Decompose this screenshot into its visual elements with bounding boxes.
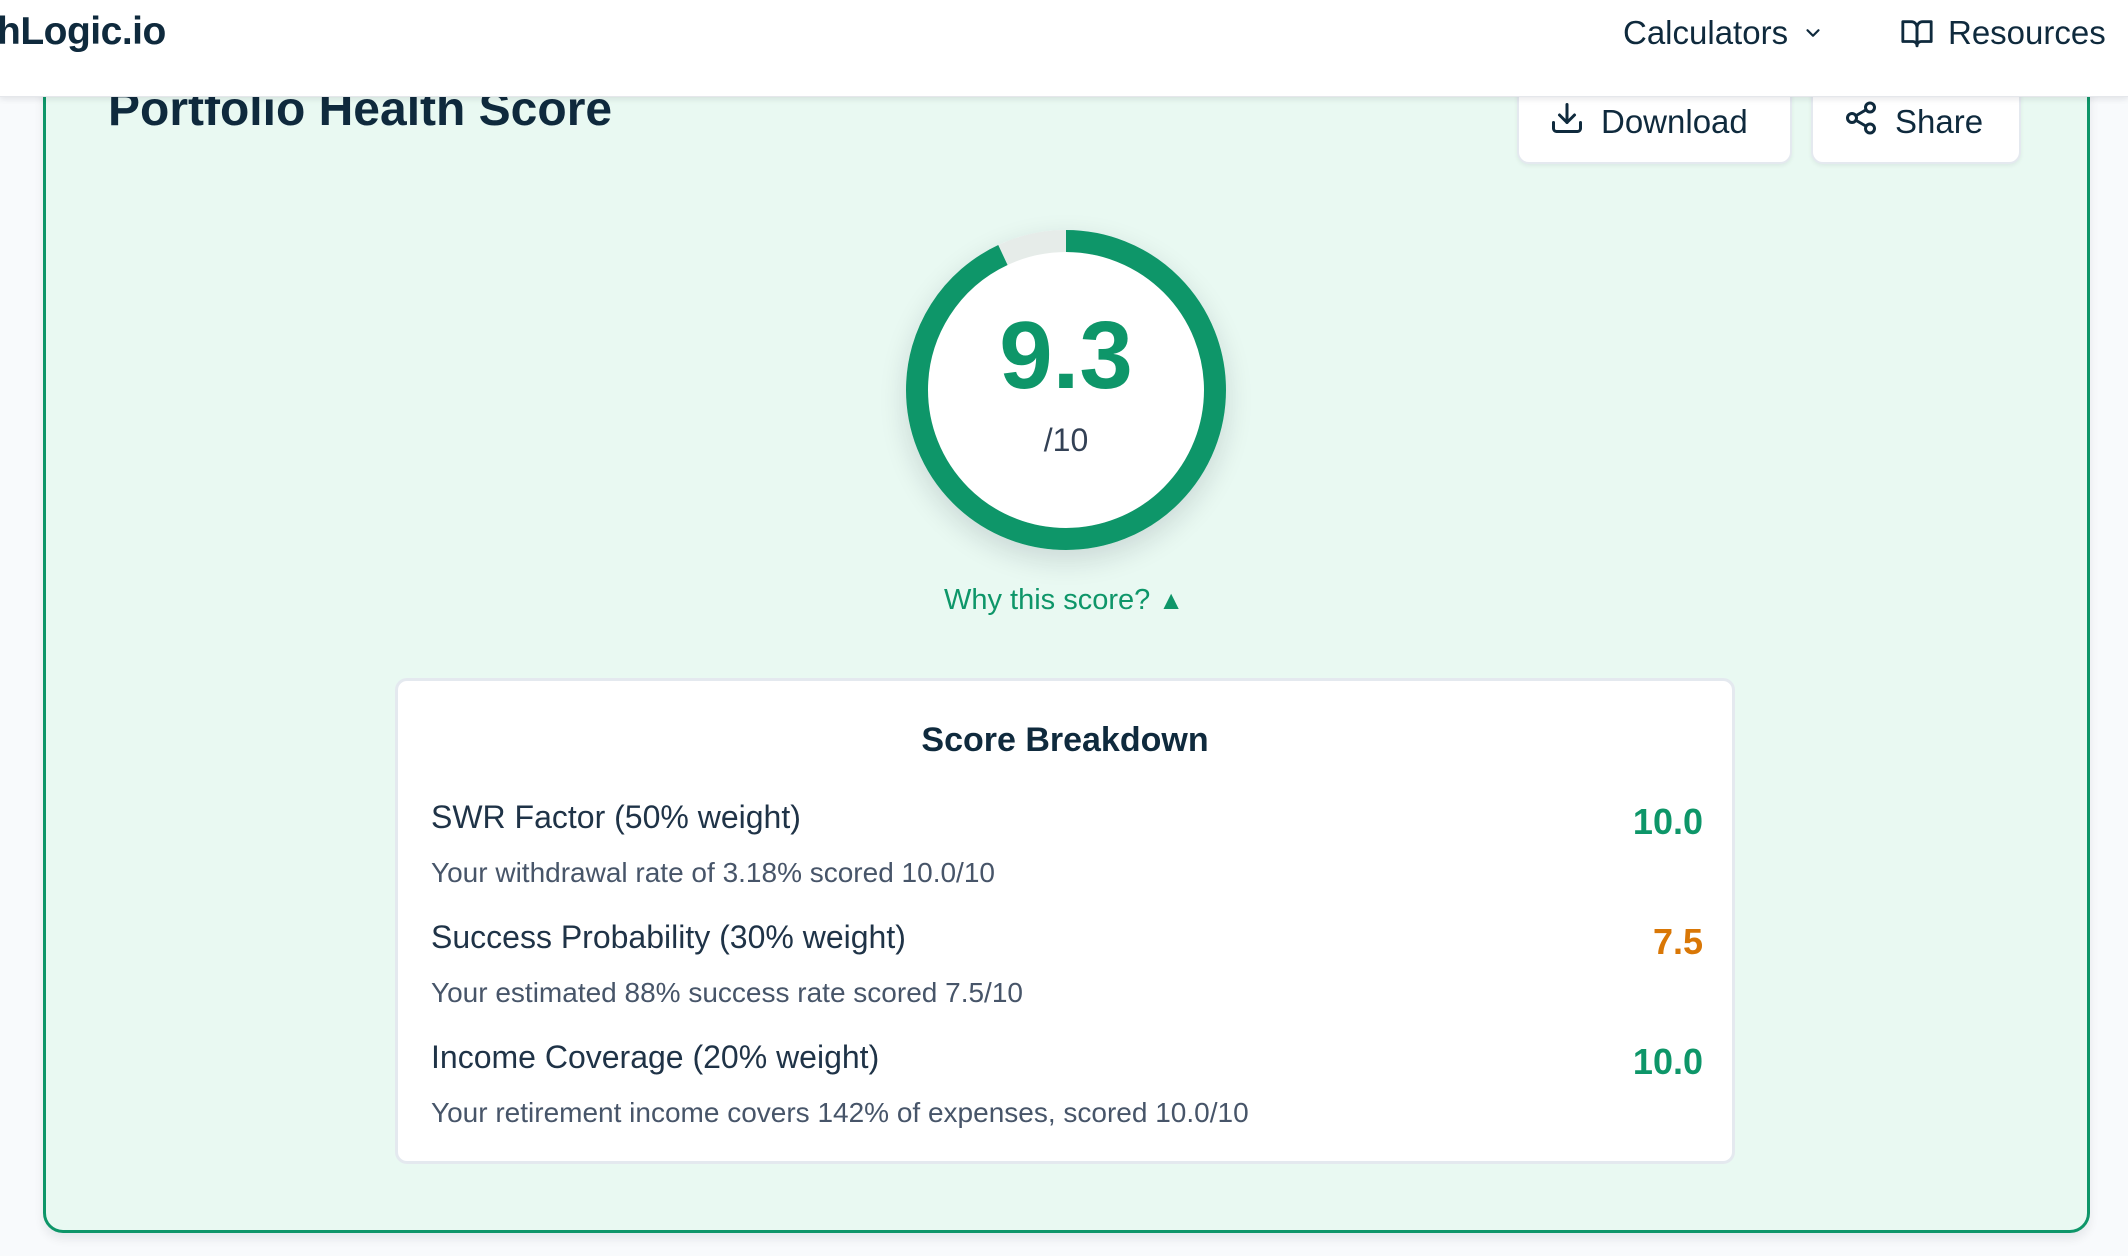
score-max: /10 xyxy=(1043,422,1089,458)
score-breakdown-panel: Score Breakdown SWR Factor (50% weight) … xyxy=(395,678,1735,1164)
factor-description: Your retirement income covers 142% of ex… xyxy=(431,1097,1249,1128)
nav-resources-link[interactable]: Resources xyxy=(1900,14,2106,52)
chevron-down-icon xyxy=(1802,22,1824,44)
download-label: Download xyxy=(1601,103,1748,140)
factor-score: 7.5 xyxy=(1652,921,1703,962)
factor-income-coverage: Income Coverage (20% weight) Your retire… xyxy=(431,1039,1703,1149)
score-gauge: 9.3 /10 xyxy=(906,230,1226,550)
factor-label: Income Coverage (20% weight) xyxy=(431,1039,880,1075)
score-value: 9.3 xyxy=(999,302,1133,409)
factor-label: SWR Factor (50% weight) xyxy=(431,799,801,835)
factor-score: 10.0 xyxy=(1632,801,1703,842)
share-label: Share xyxy=(1895,103,1984,140)
nav-resources-label: Resources xyxy=(1948,14,2106,51)
factor-success-probability: Success Probability (30% weight) Your es… xyxy=(431,919,1703,1029)
breakdown-title: Score Breakdown xyxy=(921,721,1209,759)
top-navigation: hLogic.io Calculators Resources xyxy=(0,0,2128,97)
download-icon xyxy=(1549,100,1585,144)
factor-score: 10.0 xyxy=(1632,1041,1703,1082)
share-icon xyxy=(1843,100,1879,144)
book-open-icon xyxy=(1900,16,1934,50)
factor-description: Your withdrawal rate of 3.18% scored 10.… xyxy=(431,857,995,888)
factor-description: Your estimated 88% success rate scored 7… xyxy=(431,977,1023,1008)
nav-calculators-label: Calculators xyxy=(1623,14,1789,51)
why-this-score-toggle[interactable]: Why this score? ▲ xyxy=(0,584,2128,617)
caret-up-icon: ▲ xyxy=(1158,585,1185,615)
factor-swr: SWR Factor (50% weight) Your withdrawal … xyxy=(431,799,1703,909)
why-this-score-label: Why this score? xyxy=(943,584,1151,616)
nav-calculators-menu[interactable]: Calculators xyxy=(1623,14,1824,52)
brand-logo[interactable]: hLogic.io xyxy=(0,10,166,54)
factor-label: Success Probability (30% weight) xyxy=(431,919,906,955)
